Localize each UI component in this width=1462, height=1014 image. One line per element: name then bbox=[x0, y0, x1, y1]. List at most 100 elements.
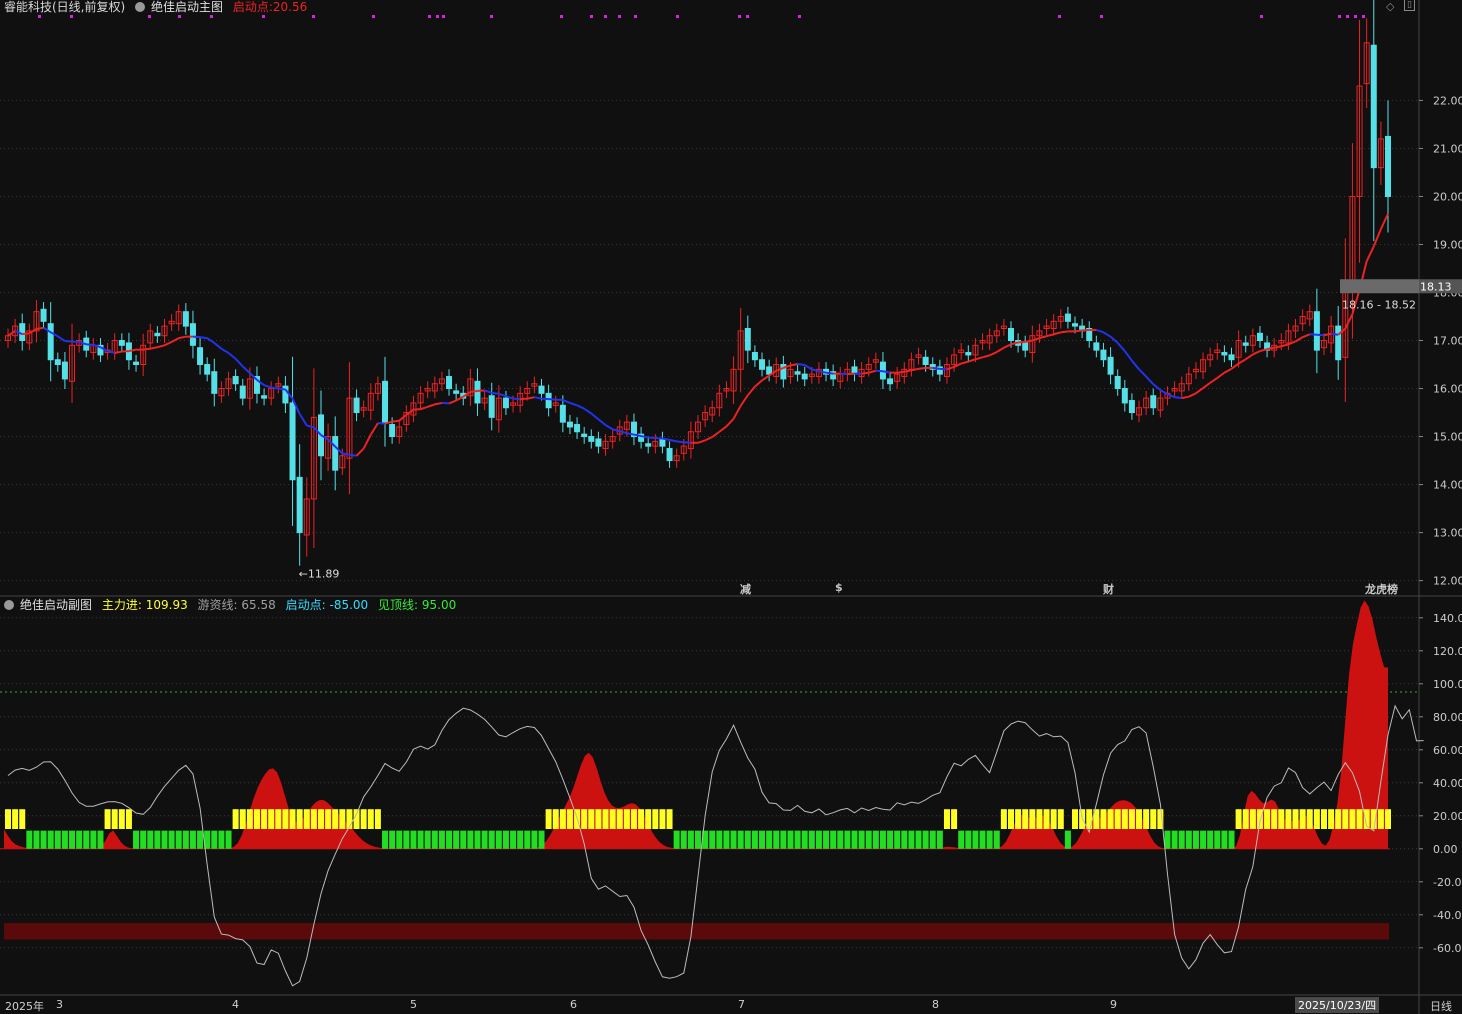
top-signal-marker bbox=[634, 15, 637, 18]
green-block bbox=[780, 830, 787, 849]
yellow-block bbox=[630, 809, 637, 829]
yellow-block bbox=[303, 809, 310, 829]
green-block bbox=[197, 830, 204, 849]
green-block bbox=[837, 830, 844, 849]
green-block bbox=[730, 830, 737, 849]
ma-segment bbox=[1060, 330, 1069, 334]
main-tick-label: 19.00 bbox=[1433, 238, 1462, 251]
top-signal-marker bbox=[1100, 15, 1103, 18]
green-block bbox=[524, 830, 531, 849]
yellow-block bbox=[1335, 809, 1342, 829]
window-restore-icon[interactable]: ▯ bbox=[1404, 0, 1415, 11]
ma-segment bbox=[633, 433, 642, 438]
candle-body bbox=[538, 385, 545, 394]
green-block bbox=[481, 830, 488, 849]
green-block bbox=[709, 830, 716, 849]
yellow-block bbox=[1007, 809, 1014, 829]
candle-body bbox=[389, 424, 396, 438]
sub-tick-label: 0.00 bbox=[1433, 843, 1458, 856]
green-block bbox=[1221, 830, 1228, 849]
top-signal-marker bbox=[1338, 15, 1341, 18]
candle-body bbox=[545, 392, 552, 409]
diamond-icon[interactable]: ◇ bbox=[1386, 0, 1394, 13]
main-tick-label: 17.00 bbox=[1433, 335, 1462, 348]
green-block bbox=[844, 830, 851, 849]
sub-start-label: 启动点: bbox=[285, 598, 326, 612]
candle-body bbox=[595, 438, 602, 447]
candle-body bbox=[794, 371, 801, 375]
candle-body bbox=[922, 356, 929, 366]
top-signal-marker bbox=[738, 15, 741, 18]
yellow-block bbox=[1313, 809, 1320, 829]
green-block bbox=[979, 830, 986, 849]
yellow-block bbox=[12, 809, 19, 829]
green-block bbox=[1064, 830, 1071, 849]
top-signal-marker bbox=[428, 15, 431, 18]
ma-segment bbox=[178, 335, 187, 340]
green-block bbox=[502, 830, 509, 849]
green-block bbox=[972, 830, 979, 849]
yellow-block bbox=[1342, 809, 1349, 829]
time-label-7: 7 bbox=[738, 998, 745, 1011]
ma-segment bbox=[669, 438, 677, 443]
candle-body bbox=[382, 380, 389, 423]
ma-segment bbox=[1174, 396, 1182, 400]
chart-canvas[interactable]: 22.0021.0020.0019.0018.0017.0016.0015.00… bbox=[0, 0, 1462, 1014]
candle-body bbox=[40, 308, 47, 322]
yellow-block bbox=[1271, 809, 1278, 829]
candle-body bbox=[118, 340, 125, 346]
top-signal-marker bbox=[442, 15, 445, 18]
green-block bbox=[382, 830, 389, 849]
top-signal-marker bbox=[210, 15, 213, 18]
ma-segment bbox=[534, 396, 542, 400]
green-block bbox=[773, 830, 780, 849]
indicator-toggle-icon[interactable] bbox=[135, 2, 146, 12]
top-signal-marker bbox=[38, 15, 41, 18]
top-signal-marker bbox=[560, 15, 563, 18]
green-block bbox=[133, 830, 140, 849]
ma-segment bbox=[491, 391, 499, 395]
yellow-block bbox=[943, 809, 950, 829]
green-block bbox=[958, 830, 965, 849]
top-signal-marker bbox=[604, 15, 607, 18]
top-signal-marker bbox=[590, 15, 593, 18]
period-label[interactable]: 日线 bbox=[1430, 998, 1452, 1014]
event-badge-dollar[interactable]: $ bbox=[835, 581, 843, 594]
ma-segment bbox=[904, 369, 912, 373]
top-signal-marker bbox=[676, 15, 679, 18]
ma-segment bbox=[22, 332, 30, 336]
green-block bbox=[823, 830, 830, 849]
yellow-block bbox=[310, 809, 317, 829]
green-block bbox=[815, 830, 822, 849]
candle-body bbox=[588, 436, 595, 442]
green-block bbox=[751, 830, 758, 849]
candle-body bbox=[154, 332, 161, 337]
top-signal-marker bbox=[746, 15, 749, 18]
ma-segment bbox=[278, 387, 286, 391]
sub-indicator-toggle-icon[interactable] bbox=[4, 600, 14, 610]
green-block bbox=[147, 830, 154, 849]
yellow-block bbox=[239, 809, 246, 829]
green-block bbox=[495, 830, 502, 849]
green-block bbox=[90, 830, 97, 849]
green-block bbox=[54, 830, 61, 849]
yellow-block bbox=[652, 809, 659, 829]
top-signal-marker bbox=[1346, 15, 1349, 18]
yellow-block bbox=[1043, 809, 1050, 829]
candle-body bbox=[488, 395, 495, 418]
yellow-block bbox=[1328, 809, 1335, 829]
event-badge-finance[interactable]: 财 bbox=[1103, 581, 1114, 597]
event-badge-reduce[interactable]: 减 bbox=[740, 581, 751, 597]
green-block bbox=[1171, 830, 1178, 849]
sub-tick-label: -20.00 bbox=[1433, 876, 1462, 889]
main-force-value: 109.93 bbox=[145, 598, 188, 612]
green-block bbox=[396, 830, 403, 849]
green-block bbox=[1214, 830, 1221, 849]
candle-body bbox=[1093, 342, 1100, 351]
candle-body bbox=[1022, 342, 1029, 351]
candle-body bbox=[759, 359, 766, 370]
ma-segment bbox=[626, 432, 635, 436]
candle-body bbox=[1335, 325, 1342, 361]
green-block bbox=[403, 830, 410, 849]
event-badge-dragon-tiger[interactable]: 龙虎榜 bbox=[1365, 581, 1398, 597]
